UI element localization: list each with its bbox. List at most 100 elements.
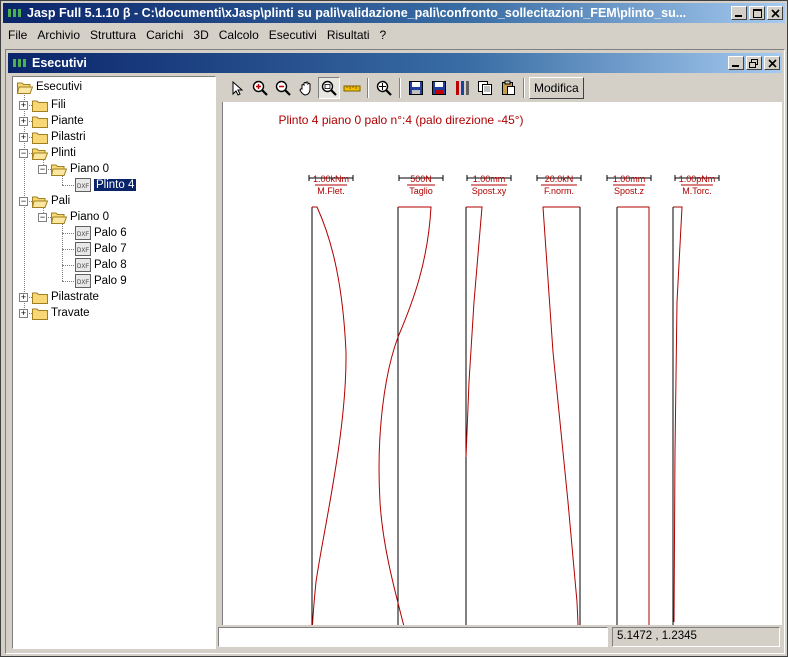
tree-node-plinti-piano-0[interactable]: − Piano 0 bbox=[38, 161, 109, 177]
child-restore-button[interactable] bbox=[746, 56, 762, 70]
ruler-icon bbox=[343, 85, 361, 92]
restore-icon bbox=[749, 58, 758, 68]
zoom-out-button[interactable] bbox=[272, 77, 294, 99]
collapse-icon[interactable]: − bbox=[38, 212, 47, 222]
tree-node-travate[interactable]: + Travate bbox=[19, 305, 90, 321]
zoom-in-icon bbox=[252, 80, 268, 96]
pan-button[interactable] bbox=[295, 77, 317, 99]
menu-carichi[interactable]: Carichi bbox=[141, 28, 188, 42]
dxf-file-icon: DXF bbox=[75, 242, 91, 256]
main-window: Jasp Full 5.1.10 β - C:\documenti\xJasp\… bbox=[0, 0, 788, 657]
collapse-icon[interactable]: − bbox=[19, 196, 28, 206]
svg-text:DXF: DXF bbox=[77, 280, 89, 286]
tree-node-palo-9[interactable]: DXF Palo 9 bbox=[75, 273, 127, 289]
dxf-file-icon: DXF bbox=[75, 178, 91, 192]
tree-node-pilastrate[interactable]: + Pilastrate bbox=[19, 289, 99, 305]
child-minimize-button[interactable] bbox=[728, 56, 744, 70]
menu-help[interactable]: ? bbox=[375, 28, 392, 42]
zoom-in-button[interactable] bbox=[249, 77, 271, 99]
toolbar: Modifica bbox=[218, 76, 782, 100]
diagram-name: F.norm. bbox=[544, 186, 574, 196]
diagram-curve bbox=[311, 206, 347, 643]
child-title: Esecutivi bbox=[32, 56, 87, 70]
modifica-button[interactable]: Modifica bbox=[529, 77, 584, 99]
diagram-scale: 1.00kNm bbox=[313, 174, 349, 184]
toolbar-separator bbox=[367, 78, 369, 98]
expand-icon[interactable]: + bbox=[19, 292, 28, 302]
menu-esecutivi[interactable]: Esecutivi bbox=[264, 28, 322, 42]
menu-3d[interactable]: 3D bbox=[188, 28, 213, 42]
folder-icon bbox=[32, 100, 48, 112]
diagram-curve bbox=[378, 206, 432, 643]
zoom-extents-icon bbox=[376, 80, 392, 96]
menu-calcolo[interactable]: Calcolo bbox=[214, 28, 264, 42]
properties-button[interactable] bbox=[451, 77, 473, 99]
zoom-window-button[interactable] bbox=[318, 77, 340, 99]
menu-risultati[interactable]: Risultati bbox=[322, 28, 375, 42]
dxf-file-icon: DXF bbox=[75, 258, 91, 272]
expand-icon[interactable]: + bbox=[19, 116, 28, 126]
child-title-bar[interactable]: Esecutivi bbox=[8, 53, 782, 73]
diagram-scale: 20.0kN bbox=[545, 174, 574, 184]
expand-icon[interactable]: + bbox=[19, 100, 28, 110]
toolbar-separator bbox=[523, 78, 525, 98]
diagram-mflet: 1.00kNm M.Flet. bbox=[308, 174, 354, 657]
zoom-all-button[interactable] bbox=[373, 77, 395, 99]
tree-node-palo-7[interactable]: DXF Palo 7 bbox=[75, 241, 127, 257]
diagram-spostz: 1.00mm Spost.z bbox=[606, 174, 652, 657]
select-tool-button[interactable] bbox=[226, 77, 248, 99]
copy-icon bbox=[478, 81, 492, 95]
diagram-name: Spost.z bbox=[614, 186, 645, 196]
pointer-icon bbox=[232, 80, 244, 96]
selected-item-label: Plinto 4 bbox=[94, 179, 137, 191]
close-icon bbox=[767, 58, 777, 68]
paste-button[interactable] bbox=[497, 77, 519, 99]
expand-icon[interactable]: + bbox=[19, 308, 28, 318]
tree-node-plinti[interactable]: − Plinti bbox=[19, 145, 76, 161]
diagram-curve bbox=[465, 206, 483, 458]
drawing-canvas[interactable]: Plinto 4 piano 0 palo n°:4 (palo direzio… bbox=[222, 102, 782, 657]
tools-icon bbox=[456, 81, 469, 95]
save-as-button[interactable] bbox=[428, 77, 450, 99]
child-close-button[interactable] bbox=[764, 56, 780, 70]
menu-bar: File Archivio Struttura Carichi 3D Calco… bbox=[3, 25, 785, 45]
collapse-icon[interactable]: − bbox=[19, 148, 28, 158]
close-button[interactable] bbox=[767, 6, 783, 20]
expand-icon[interactable]: + bbox=[19, 132, 28, 142]
plot-header: Plinto 4 piano 0 palo n°:4 (palo direzio… bbox=[278, 113, 523, 127]
tree-node-pilastri[interactable]: + Pilastri bbox=[19, 129, 86, 145]
tree-node-piante[interactable]: + Piante bbox=[19, 113, 84, 129]
measure-button[interactable] bbox=[341, 77, 363, 99]
tree-node-fili[interactable]: + Fili bbox=[19, 97, 66, 113]
maximize-button[interactable] bbox=[749, 6, 765, 20]
folder-open-icon bbox=[32, 148, 48, 160]
folder-open-icon bbox=[32, 196, 48, 208]
tree-node-palo-8[interactable]: DXF Palo 8 bbox=[75, 257, 127, 273]
svg-text:DXF: DXF bbox=[77, 232, 89, 238]
esecutivi-tree[interactable]: Esecutivi + Fili + Piante + Pilastri − P… bbox=[12, 76, 216, 649]
menu-struttura[interactable]: Struttura bbox=[85, 28, 141, 42]
diagram-taglio: 500N Taglio bbox=[378, 174, 444, 657]
tree-node-pali[interactable]: − Pali bbox=[19, 193, 70, 209]
folder-open-icon bbox=[51, 164, 67, 176]
folder-icon bbox=[32, 116, 48, 128]
minimize-button[interactable] bbox=[731, 6, 747, 20]
tree-node-esecutivi[interactable]: Esecutivi bbox=[17, 79, 82, 95]
diagram-name: Spost.xy bbox=[472, 186, 507, 196]
menu-file[interactable]: File bbox=[3, 28, 32, 42]
clipboard-icon bbox=[502, 80, 515, 95]
app-icon bbox=[8, 9, 21, 17]
diagram-fnorm: 20.0kN F.norm. bbox=[536, 174, 582, 657]
save-button[interactable] bbox=[405, 77, 427, 99]
menu-archivio[interactable]: Archivio bbox=[32, 28, 85, 42]
floppy-red-icon bbox=[432, 81, 446, 95]
diagram-curve bbox=[673, 206, 683, 623]
zoom-out-icon bbox=[275, 80, 291, 96]
collapse-icon[interactable]: − bbox=[38, 164, 47, 174]
title-bar[interactable]: Jasp Full 5.1.10 β - C:\documenti\xJasp\… bbox=[3, 3, 785, 23]
tree-node-palo-6[interactable]: DXF Palo 6 bbox=[75, 225, 127, 241]
tree-node-pali-piano-0[interactable]: − Piano 0 bbox=[38, 209, 109, 225]
tree-node-plinto-4[interactable]: DXF Plinto 4 bbox=[75, 177, 137, 193]
copy-button[interactable] bbox=[474, 77, 496, 99]
diagram-curve bbox=[617, 206, 650, 657]
